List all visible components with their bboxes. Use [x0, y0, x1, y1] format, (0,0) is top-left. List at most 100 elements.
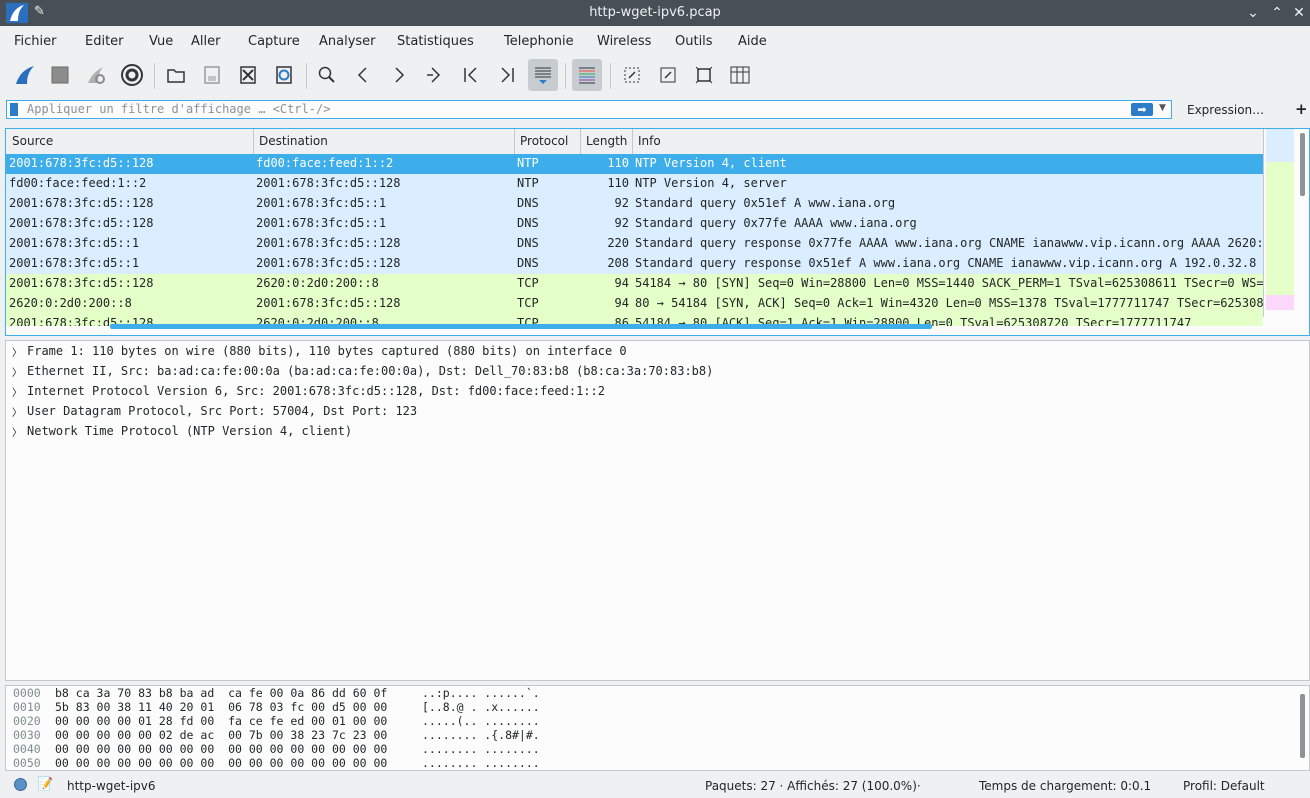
column-separator[interactable]	[632, 129, 633, 154]
add-filter-button[interactable]: +	[1295, 100, 1308, 118]
chevron-down-icon[interactable]: ▼	[1159, 103, 1166, 113]
window-title: http-wget-ipv6.pcap	[589, 5, 721, 20]
packet-row[interactable]: 2001:678:3fc:d5::128 fd00:face:feed:1::2 N…	[6, 154, 1263, 174]
column-source[interactable]: Source	[12, 134, 53, 148]
menu-fichier[interactable]: Fichier	[14, 34, 57, 49]
expand-chevron-icon[interactable]: 〉	[12, 344, 22, 359]
stop-icon[interactable]	[45, 59, 75, 91]
close-window-icon[interactable]: ✕	[1289, 3, 1309, 23]
packet-minimap[interactable]	[1263, 129, 1295, 317]
forward-icon[interactable]	[384, 59, 414, 91]
packet-row[interactable]: 2620:0:2d0:200::8 2001:678:3fc:d5::128 TCP…	[6, 294, 1263, 314]
packet-row[interactable]: fd00:face:feed:1::2 2001:678:3fc:d5::128 N…	[6, 174, 1263, 194]
menu-telephonie[interactable]: Telephonie	[504, 34, 574, 49]
cell-protocol: DNS	[517, 236, 539, 250]
packet-list-hscrollbar[interactable]	[110, 324, 932, 329]
detail-tree-item[interactable]: 〉 Network Time Protocol (NTP Version 4, c…	[6, 422, 1306, 442]
column-protocol[interactable]: Protocol	[520, 134, 576, 148]
cell-source: 2001:678:3fc:d5::1	[9, 256, 140, 270]
column-separator[interactable]	[253, 129, 254, 154]
column-separator[interactable]	[514, 129, 515, 154]
cell-length: 92	[614, 216, 629, 230]
packet-row[interactable]: 2001:678:3fc:d5::128 2620:0:2d0:200::8 TCP…	[6, 274, 1263, 294]
reload-icon[interactable]	[269, 59, 299, 91]
packet-row[interactable]: 2001:678:3fc:d5::1 2001:678:3fc:d5::128 DN…	[6, 254, 1263, 274]
first-packet-icon[interactable]	[456, 59, 486, 91]
packet-list-vscrollbar[interactable]	[1300, 133, 1305, 196]
detail-tree-item[interactable]: 〉 Ethernet II, Src: ba:ad:ca:fe:00:0a (ba…	[6, 362, 1306, 382]
column-separator[interactable]	[580, 129, 581, 154]
column-destination[interactable]: Destination	[259, 134, 328, 148]
cell-destination: 2001:678:3fc:d5::128	[256, 296, 401, 310]
cell-info: Standard query 0x77fe AAAA www.iana.org	[635, 216, 917, 230]
hex-offset: 0020	[13, 714, 41, 728]
status-profile[interactable]: Profil: Default	[1183, 779, 1265, 793]
packet-row[interactable]: 2001:678:3fc:d5::128 2001:678:3fc:d5::1 DN…	[6, 194, 1263, 214]
expand-chevron-icon[interactable]: 〉	[12, 404, 22, 419]
menu-statistiques[interactable]: Statistiques	[397, 34, 474, 49]
autoscroll-icon[interactable]	[528, 59, 558, 91]
detail-tree-item[interactable]: 〉 Internet Protocol Version 6, Src: 2001:…	[6, 382, 1306, 402]
packet-row[interactable]: 2001:678:3fc:d5::1 2001:678:3fc:d5::128 DN…	[6, 234, 1263, 254]
zoom-out-icon[interactable]	[653, 59, 683, 91]
column-info[interactable]: Info	[638, 134, 661, 148]
bytes-vscrollbar[interactable]	[1300, 694, 1305, 758]
packet-bytes-pane[interactable]: 0000 b8 ca 3a 70 83 b8 ba ad ca fe 00 0a …	[5, 685, 1310, 771]
minimize-icon[interactable]: ⌄	[1243, 3, 1263, 23]
hex-offset: 0030	[13, 728, 41, 742]
title-bar: ✎ http-wget-ipv6.pcap ⌄ ⌃ ✕	[0, 0, 1310, 26]
menu-outils[interactable]: Outils	[675, 34, 713, 49]
cell-source: fd00:face:feed:1::2	[9, 176, 147, 190]
display-filter-input[interactable]: Appliquer un filtre d'affichage … <Ctrl-…	[6, 100, 1172, 119]
expand-chevron-icon[interactable]: 〉	[12, 364, 22, 379]
cell-protocol: DNS	[517, 216, 539, 230]
apply-filter-icon[interactable]: ➡	[1131, 103, 1153, 116]
open-file-icon[interactable]	[161, 59, 191, 91]
expert-info-icon[interactable]	[14, 778, 27, 791]
menu-wireless[interactable]: Wireless	[597, 34, 651, 49]
save-file-icon[interactable]	[197, 59, 227, 91]
expand-chevron-icon[interactable]: 〉	[12, 384, 22, 399]
capture-comment-icon[interactable]: 📝	[37, 777, 53, 792]
resize-columns-icon[interactable]	[725, 59, 755, 91]
cell-source: 2001:678:3fc:d5::128	[9, 156, 154, 170]
packet-list[interactable]: Source Destination Protocol Length Info …	[5, 128, 1310, 336]
hex-offset: 0050	[13, 756, 41, 770]
menu-analyser[interactable]: Analyser	[319, 34, 376, 49]
cell-destination: 2620:0:2d0:200::8	[256, 276, 379, 290]
restart-capture-icon[interactable]	[81, 59, 111, 91]
packet-row[interactable]: 2001:678:3fc:d5::128 2001:678:3fc:d5::1 DN…	[6, 214, 1263, 234]
cell-length: 110	[607, 176, 629, 190]
packet-details-tree[interactable]: 〉 Frame 1: 110 bytes on wire (880 bits), …	[5, 340, 1310, 681]
cell-protocol: TCP	[517, 276, 539, 290]
maximize-icon[interactable]: ⌃	[1267, 3, 1287, 23]
menu-capture[interactable]: Capture	[248, 34, 300, 49]
toolbar-separator	[154, 63, 155, 89]
menu-editer[interactable]: Editer	[85, 34, 124, 49]
menu-aller[interactable]: Aller	[191, 34, 220, 49]
close-file-icon[interactable]	[233, 59, 263, 91]
detail-tree-item[interactable]: 〉 Frame 1: 110 bytes on wire (880 bits), …	[6, 342, 1306, 362]
shark-fin-icon[interactable]	[10, 59, 40, 91]
detail-tree-item[interactable]: 〉 User Datagram Protocol, Src Port: 57004…	[6, 402, 1306, 422]
hex-bytes: b8 ca 3a 70 83 b8 ba ad ca fe 00 0a 86 d…	[55, 686, 388, 700]
expand-chevron-icon[interactable]: 〉	[12, 424, 22, 439]
hex-bytes: 5b 83 00 38 11 40 20 01 06 78 03 fc 00 d…	[55, 700, 388, 714]
bookmark-icon[interactable]	[10, 103, 18, 116]
column-length[interactable]: Length	[586, 134, 628, 148]
expression-button[interactable]: Expression…	[1187, 103, 1264, 117]
zoom-in-icon[interactable]	[617, 59, 647, 91]
back-icon[interactable]	[348, 59, 378, 91]
colorize-icon[interactable]	[572, 59, 602, 91]
find-icon[interactable]	[312, 59, 342, 91]
normal-size-icon[interactable]	[689, 59, 719, 91]
hex-ascii: ........ ........	[422, 756, 540, 770]
hex-bytes: 00 00 00 00 00 00 00 00 00 00 00 00 00 0…	[55, 756, 388, 770]
goto-packet-icon[interactable]	[420, 59, 450, 91]
menu-vue[interactable]: Vue	[149, 34, 173, 49]
last-packet-icon[interactable]	[492, 59, 522, 91]
menu-aide[interactable]: Aide	[738, 34, 767, 49]
capture-options-icon[interactable]	[117, 59, 147, 91]
cell-protocol: DNS	[517, 196, 539, 210]
cell-destination: 2001:678:3fc:d5::1	[256, 196, 387, 210]
